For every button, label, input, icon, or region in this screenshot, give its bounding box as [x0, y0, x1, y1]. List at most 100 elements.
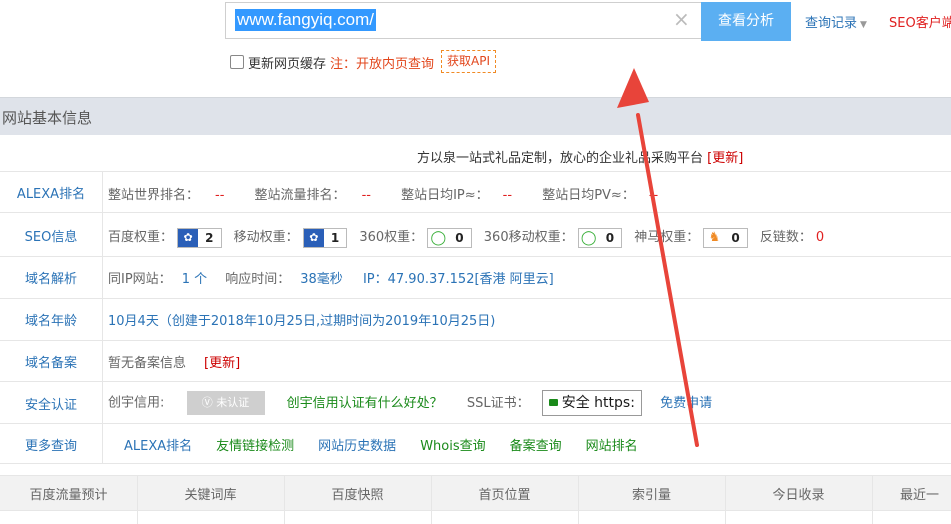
backlinks-label: 反链数：	[759, 230, 812, 245]
column-header: 索引量	[631, 488, 671, 503]
seo-row: 百度权重： ✿ 2 移动权重： ✿ 1 360权重： ◯ 0 360移动权重： ◯ 0 …	[108, 226, 824, 248]
column-header: 百度快照	[331, 488, 384, 503]
360-weight-label: 360权重：	[359, 230, 424, 245]
dns-row: 同IP网站： 1 个 响应时间： 38毫秒 IP：47.90.37.152[香港 阿…	[108, 268, 554, 287]
divider	[0, 463, 951, 464]
refresh-cache-checkbox[interactable]	[230, 55, 244, 69]
analyze-button[interactable]: 查看分析	[701, 2, 791, 41]
mobile-weight-label: 移动权重：	[233, 230, 299, 245]
seo-client-link[interactable]: SEO客户端	[889, 12, 951, 31]
more-label: 更多查询	[24, 439, 77, 454]
world-rank-value: --	[215, 188, 225, 203]
more-link-friendlink[interactable]: 友情链接检测	[216, 439, 294, 454]
response-time-value: 38毫秒	[300, 272, 343, 287]
divider	[102, 171, 103, 463]
shenma-horse-icon: ♞	[704, 228, 725, 247]
chevron-down-icon: ▼	[860, 20, 867, 30]
description-update-link[interactable]: [更新]	[707, 151, 743, 166]
more-link-site-rank[interactable]: 网站排名	[586, 439, 638, 454]
more-link-icp[interactable]: 备案查询	[510, 439, 562, 454]
icp-row: 暂无备案信息 [更新]	[108, 352, 240, 371]
get-api-button[interactable]: 获取API	[441, 50, 496, 73]
refresh-cache-label: 更新网页缓存	[248, 57, 327, 72]
column-header: 今日收录	[772, 488, 825, 503]
security-label: 安全认证	[24, 398, 77, 413]
seo-label: SEO信息	[24, 230, 78, 245]
history-label: 查询记录	[805, 16, 858, 31]
section-header	[0, 97, 951, 135]
trust-label: 创宇信用:	[108, 395, 165, 411]
icp-label: 域名备案	[24, 356, 77, 371]
more-link-whois[interactable]: Whois查询	[420, 439, 485, 454]
divider	[0, 381, 951, 382]
ssl-apply-link[interactable]: 免费申请	[660, 396, 712, 411]
dns-label: 域名解析	[24, 272, 77, 287]
360-mobile-weight-label: 360移动权重：	[483, 230, 574, 245]
history-dropdown[interactable]: 查询记录 ▼	[805, 12, 867, 31]
360-mobile-weight-badge[interactable]: ◯ 0	[577, 227, 623, 248]
clear-icon[interactable]: ×	[673, 8, 690, 30]
icp-value: 暂无备案信息	[108, 356, 187, 371]
description-text: 方以泉一站式礼品定制，放心的企业礼品采购平台	[417, 151, 704, 166]
world-rank-label: 整站世界排名：	[108, 188, 200, 203]
baidu-weight-label: 百度权重：	[108, 230, 174, 245]
baidu-mobile-paw-icon: ✿	[303, 228, 324, 247]
divider	[0, 171, 951, 172]
360-weight-value: 0	[455, 230, 464, 245]
column-header: 首页位置	[478, 488, 531, 503]
same-ip-label: 同IP网站：	[108, 272, 172, 287]
ssl-badge[interactable]: 安全 https:	[541, 390, 642, 416]
baidu-paw-icon: ✿	[178, 228, 199, 247]
alexa-row: 整站世界排名： -- 整站流量排名： -- 整站日均IP≈： -- 整站日均PV≈： -…	[108, 184, 658, 203]
trust-badge[interactable]: Ⓥ 未认证	[186, 391, 265, 415]
360-mobile-weight-value: 0	[605, 230, 615, 245]
security-row: 创宇信用: Ⓥ 未认证 创宇信用认证有什么好处？ SSL证书： 安全 https…	[108, 390, 712, 416]
daily-ip-label: 整站日均IP≈：	[401, 188, 489, 203]
divider	[872, 475, 873, 524]
more-links: ALEXA排名 友情链接检测 网站历史数据 Whois查询 备案查询 网站排名	[124, 435, 662, 454]
alexa-label: ALEXA排名	[16, 187, 86, 202]
column-header: 关键词库	[184, 488, 237, 503]
divider	[0, 340, 951, 341]
trust-badge-text: 未认证	[216, 396, 250, 409]
ssl-label: SSL证书：	[466, 395, 530, 411]
daily-ip-value: --	[502, 188, 513, 203]
ssl-badge-text: 安全 https:	[561, 395, 635, 411]
column-header: 最近一	[900, 488, 940, 503]
360-icon: ◯	[428, 228, 449, 247]
traffic-rank-value: --	[361, 188, 371, 203]
baidu-weight-value: 2	[205, 230, 214, 245]
360-mobile-icon: ◯	[578, 228, 599, 247]
site-description: 方以泉一站式礼品定制，放心的企业礼品采购平台 [更新]	[417, 147, 743, 166]
response-time-label: 响应时间：	[225, 272, 291, 287]
search-input-value[interactable]: www.fangyiq.com/	[235, 9, 376, 31]
more-link-alexa[interactable]: ALEXA排名	[124, 439, 192, 454]
divider	[0, 256, 951, 257]
360-weight-badge[interactable]: ◯ 0	[427, 227, 472, 248]
ip-label: IP：	[362, 272, 388, 287]
traffic-rank-label: 整站流量排名：	[254, 188, 346, 203]
shenma-weight-label: 神马权重：	[634, 230, 700, 245]
domain-age-label: 域名年龄	[24, 314, 77, 329]
ip-value[interactable]: 47.90.37.152[香港 阿里云]	[388, 272, 554, 287]
lock-icon	[548, 399, 558, 406]
divider	[0, 298, 951, 299]
icp-update-link[interactable]: [更新]	[204, 356, 240, 371]
shield-icon: Ⓥ	[201, 396, 217, 409]
mobile-weight-value: 1	[330, 230, 340, 245]
more-link-history[interactable]: 网站历史数据	[318, 439, 396, 454]
divider	[0, 212, 951, 213]
backlinks-value[interactable]: 0	[816, 230, 824, 245]
inner-page-note: 注：开放内页查询	[330, 57, 435, 72]
column-header: 百度流量预计	[29, 488, 108, 503]
daily-pv-value: --	[648, 188, 659, 203]
domain-age-value: 10月4天（创建于2018年10月25日,过期时间为2019年10月25日)	[108, 314, 496, 329]
baidu-weight-badge[interactable]: ✿ 2	[177, 227, 222, 248]
shenma-weight-badge[interactable]: ♞ 0	[703, 227, 748, 248]
divider	[0, 423, 951, 424]
trust-benefit-link[interactable]: 创宇信用认证有什么好处？	[287, 396, 443, 411]
mobile-weight-badge[interactable]: ✿ 1	[302, 227, 348, 248]
same-ip-value[interactable]: 1 个	[182, 272, 207, 287]
daily-pv-label: 整站日均PV≈：	[542, 188, 635, 203]
shenma-weight-value: 0	[731, 230, 740, 245]
